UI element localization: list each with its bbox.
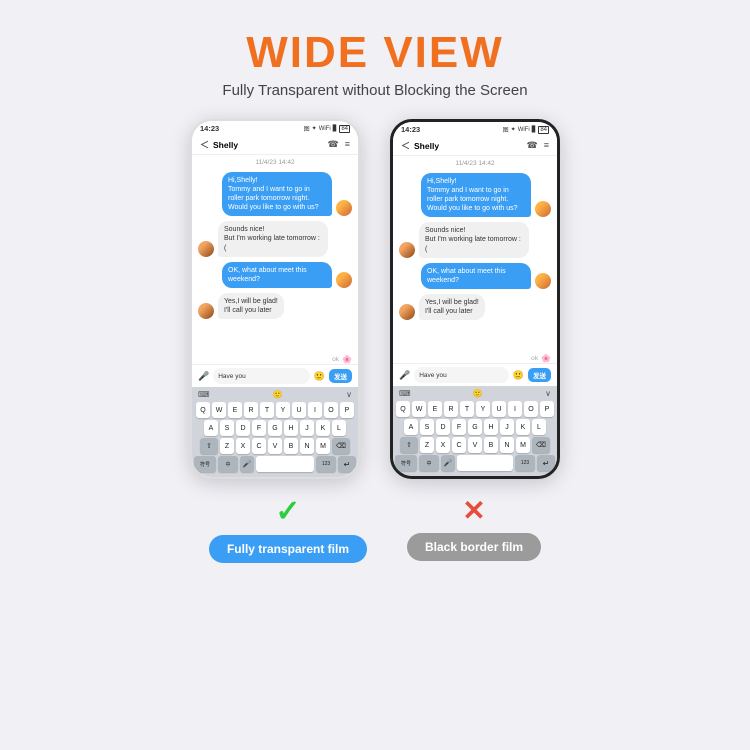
phone-icon-right[interactable]: ☎ — [527, 140, 538, 151]
checkmark-icon: ✓ — [275, 497, 300, 527]
bubble-2: Sounds nice!But I'm working late tomorro… — [218, 221, 328, 256]
chat-header-left: ＜ Shelly ☎ ≡ — [192, 135, 358, 155]
date-sep-right: 11/4/23 14:42 — [393, 160, 557, 167]
time-left: 14:23 — [200, 124, 219, 133]
input-area-left: 🎤 Have you 🙂 发送 — [192, 364, 358, 387]
mic-icon-left[interactable]: 🎤 — [198, 371, 209, 382]
avatar-right-3 — [336, 272, 352, 288]
status-bar-right: 14:23 图 ✦ WiFi ▊ 84 — [393, 122, 557, 136]
keyboard-right: ⌨ 🙂 ∨ QWERTYUIOP ASDFGHJKL ⇧ ZXCVBNM ⌫ 符… — [393, 386, 557, 476]
phone-right: 14:23 图 ✦ WiFi ▊ 84 ＜ Shelly ☎ ≡ — [390, 119, 560, 479]
mic-icon-right[interactable]: 🎤 — [399, 370, 410, 381]
menu-icon-right[interactable]: ≡ — [544, 140, 549, 151]
input-text-right: Have you — [419, 372, 446, 379]
bubble-4: Yes,I will be glad!I'll call you later — [218, 293, 284, 319]
kb-row-2: ASDFGHJKL — [194, 420, 356, 436]
msg-row-1: Hi,Shelly!Tommy and I want to go in roll… — [198, 172, 352, 216]
bubble-r1: Hi,Shelly!Tommy and I want to go in roll… — [421, 173, 531, 217]
label-right-pill: Black border film — [407, 533, 541, 561]
ok-row-right: ok 🌸 — [393, 354, 557, 363]
msg-row-r1: Hi,Shelly!Tommy and I want to go in roll… — [399, 173, 551, 217]
avatar-right-r1 — [535, 201, 551, 217]
kb-row-3: ⇧ ZXCVBNM ⌫ — [194, 438, 356, 454]
msg-row-3: OK, what about meet this weekend? — [198, 262, 352, 288]
input-text-left: Have you — [218, 373, 245, 380]
emoji-left: 🌸 — [342, 355, 352, 364]
bubble-r2: Sounds nice!But I'm working late tomorro… — [419, 222, 529, 257]
label-right-item: ✕ Black border film — [407, 497, 541, 563]
header: WIDE VIEW Fully Transparent without Bloc… — [222, 0, 527, 99]
avatar-left-2 — [198, 241, 214, 257]
phones-container: 14:23 图 ✦ WiFi ▊ 84 ＜ Shelly ☎ ≡ — [190, 119, 560, 479]
avatar-left-r4 — [399, 304, 415, 320]
msg-row-2: Sounds nice!But I'm working late tomorro… — [198, 221, 352, 256]
bubble-r4: Yes,I will be glad!I'll call you later — [419, 294, 485, 320]
keyboard-left: ⌨ 🙂 ∨ QWERTYUIOP ASDFGHJKL ⇧ ZXCVBNM ⌫ 符… — [192, 387, 358, 477]
msg-row-4: Yes,I will be glad!I'll call you later — [198, 293, 352, 319]
send-btn-right[interactable]: 发送 — [528, 368, 551, 382]
input-area-right: 🎤 Have you 🙂 发送 — [393, 363, 557, 386]
main-subtitle: Fully Transparent without Blocking the S… — [222, 82, 527, 99]
bubble-1: Hi,Shelly!Tommy and I want to go in roll… — [222, 172, 332, 216]
status-icons-left: 图 ✦ WiFi ▊ 84 — [304, 124, 350, 133]
emoji-input-right[interactable]: 🙂 — [513, 370, 524, 381]
phone-left: 14:23 图 ✦ WiFi ▊ 84 ＜ Shelly ☎ ≡ — [190, 119, 360, 479]
ok-text-right: ok — [531, 355, 538, 362]
bubble-3: OK, what about meet this weekend? — [222, 262, 332, 288]
msg-row-r3: OK, what about meet this weekend? — [399, 263, 551, 289]
input-box-right[interactable]: Have you — [414, 367, 509, 383]
avatar-left-r2 — [399, 242, 415, 258]
avatar-left-4 — [198, 303, 214, 319]
menu-icon-left[interactable]: ≡ — [345, 139, 350, 150]
main-title: WIDE VIEW — [222, 28, 527, 78]
kb-row-1: QWERTYUIOP — [194, 402, 356, 418]
emoji-right: 🌸 — [541, 354, 551, 363]
label-left-pill: Fully transparent film — [209, 535, 367, 563]
back-arrow-right[interactable]: ＜ — [401, 139, 410, 152]
bottom-labels: ✓ Fully transparent film ✕ Black border … — [209, 497, 541, 563]
ok-text-left: ok — [332, 356, 339, 363]
chat-header-right: ＜ Shelly ☎ ≡ — [393, 136, 557, 156]
phone-icon-left[interactable]: ☎ — [328, 139, 339, 150]
send-btn-left[interactable]: 发送 — [329, 369, 352, 383]
phone-right-screen: 14:23 图 ✦ WiFi ▊ 84 ＜ Shelly ☎ ≡ — [393, 122, 557, 476]
input-box-left[interactable]: Have you — [213, 368, 310, 384]
ok-row-left: ok 🌸 — [192, 355, 358, 364]
label-left-item: ✓ Fully transparent film — [209, 497, 367, 563]
msg-row-r2: Sounds nice!But I'm working late tomorro… — [399, 222, 551, 257]
contact-name-right: Shelly — [414, 141, 439, 151]
status-bar-left: 14:23 图 ✦ WiFi ▊ 84 — [192, 121, 358, 135]
bubble-r3: OK, what about meet this weekend? — [421, 263, 531, 289]
emoji-input-left[interactable]: 🙂 — [314, 371, 325, 382]
time-right: 14:23 — [401, 125, 420, 134]
kb-toolbar-right: ⌨ 🙂 ∨ — [395, 388, 555, 399]
status-icons-right: 图 ✦ WiFi ▊ 84 — [503, 125, 549, 134]
back-arrow-left[interactable]: ＜ — [200, 138, 209, 151]
crossmark-icon: ✕ — [462, 497, 485, 525]
msg-row-r4: Yes,I will be glad!I'll call you later — [399, 294, 551, 320]
phone-left-screen: 14:23 图 ✦ WiFi ▊ 84 ＜ Shelly ☎ ≡ — [192, 121, 358, 477]
avatar-right-r3 — [535, 273, 551, 289]
avatar-right-1 — [336, 200, 352, 216]
kb-toolbar-left: ⌨ 🙂 ∨ — [194, 389, 356, 400]
contact-name-left: Shelly — [213, 140, 238, 150]
kb-row-4: 符号 中 🎤 123 ↵ — [194, 456, 356, 472]
chat-body-left: Hi,Shelly!Tommy and I want to go in roll… — [192, 170, 358, 357]
chat-body-right: Hi,Shelly!Tommy and I want to go in roll… — [393, 171, 557, 356]
date-sep-left: 11/4/23 14:42 — [192, 159, 358, 166]
